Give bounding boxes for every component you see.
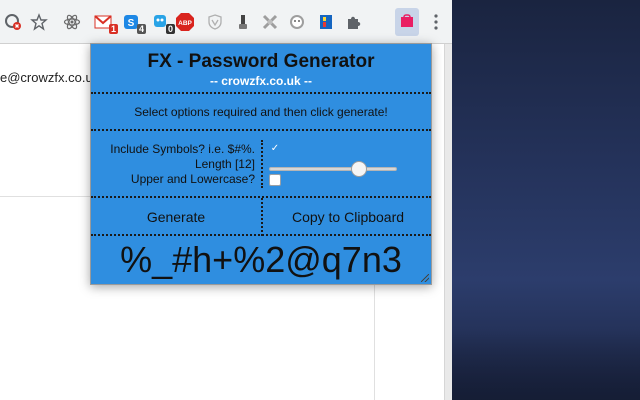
react-devtools-icon[interactable] [62, 12, 82, 32]
popup-title: FX - Password Generator [147, 51, 375, 72]
popup-subtitle: -- crowzfx.co.uk -- [209, 74, 312, 88]
copy-to-clipboard-button[interactable]: Copy to Clipboard [263, 198, 433, 236]
extension-badge: 0 [165, 24, 175, 34]
browser-toolbar: 1 S 4 0 ABP [0, 0, 452, 44]
extensions-puzzle-icon[interactable] [343, 12, 363, 32]
gmail-icon[interactable]: 1 [93, 12, 118, 34]
adblock-plus-icon[interactable]: ABP [175, 12, 195, 32]
slider-thumb[interactable] [351, 161, 367, 177]
page-email-text: e@crowzfx.co.uk [0, 70, 100, 85]
skype-badge: 4 [136, 24, 146, 34]
adblock-plus-label: ABP [178, 20, 192, 27]
colorful-bar-icon[interactable] [316, 12, 336, 32]
extension-blue-icon[interactable]: 0 [150, 12, 175, 34]
svg-text:S: S [128, 18, 135, 29]
skype-icon[interactable]: S 4 [121, 12, 146, 34]
generate-button[interactable]: Generate [91, 198, 261, 236]
puzzle-cross-icon[interactable] [260, 12, 280, 32]
chrome-menu-icon[interactable] [426, 12, 446, 32]
fx-password-generator-icon[interactable] [395, 8, 419, 36]
length-label: Length [12] [194, 157, 255, 171]
divider-options [91, 129, 431, 131]
symbols-label: Include Symbols? i.e. $#%. [110, 142, 255, 156]
generated-password: %_#h+%2@q7n3 [120, 239, 402, 280]
gmail-badge: 1 [108, 24, 118, 34]
divider-top [91, 92, 431, 94]
instruction-text: Select options required and then click g… [134, 105, 388, 119]
face-icon[interactable] [287, 12, 307, 32]
resize-grip[interactable] [421, 274, 429, 282]
options-divider [261, 140, 263, 188]
blocked-cookie-icon[interactable] [3, 12, 23, 32]
desktop-shadow [452, 330, 640, 400]
case-label: Upper and Lowercase? [130, 172, 255, 186]
slider-track [269, 167, 397, 171]
paint-bucket-icon[interactable] [233, 12, 253, 32]
bookmark-star-icon[interactable] [29, 12, 49, 32]
vpn-shield-icon[interactable] [205, 12, 225, 32]
password-generator-popup: FX - Password Generator -- crowzfx.co.uk… [90, 43, 432, 285]
case-checkbox[interactable] [269, 174, 281, 186]
scrollbar[interactable] [444, 44, 452, 400]
length-slider[interactable] [269, 161, 397, 177]
symbols-checkbox[interactable]: ✓ [269, 143, 281, 155]
